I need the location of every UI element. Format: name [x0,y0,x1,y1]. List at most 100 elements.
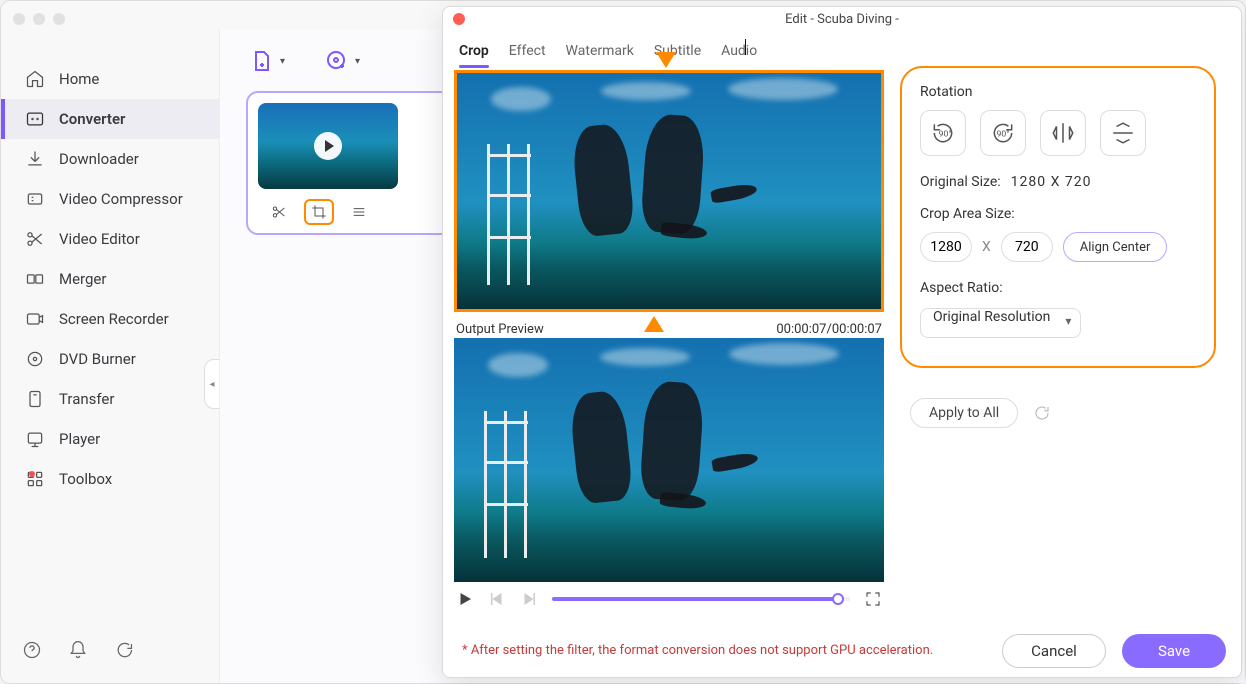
reset-icon[interactable] [1032,403,1052,423]
crop-area-label: Crop Area Size: [920,206,1196,222]
video-thumbnail[interactable] [258,103,398,189]
apply-row: Apply to All [910,398,1052,428]
sidebar-item-player[interactable]: Player [1,419,219,459]
gpu-warning-text: * After setting the filter, the format c… [462,643,933,658]
apply-to-all-button[interactable]: Apply to All [910,398,1018,428]
sidebar-item-downloader[interactable]: Downloader [1,139,219,179]
add-disc-icon [325,49,349,73]
sidebar-item-home[interactable]: Home [1,59,219,99]
timeline-slider[interactable] [552,597,850,601]
chevron-down-icon: ▾ [280,56,285,67]
play-icon[interactable] [314,132,342,160]
tab-effect[interactable]: Effect [509,37,546,67]
notification-dot [29,471,35,477]
step-forward-button[interactable] [520,590,538,608]
arrow-down-icon [656,52,676,68]
sidebar-item-label: Video Editor [59,230,140,248]
original-size-label: Original Size: [920,174,1001,190]
play-button[interactable] [456,590,474,608]
original-size-value: 1280 X 720 [1011,174,1092,190]
window-controls[interactable] [13,13,65,25]
crop-settings-panel: Rotation 90° 90° Original Size: 1280 X 72… [900,66,1216,368]
bottom-tray [21,639,135,661]
dialog-titlebar: Edit - Scuba Diving - [443,7,1241,31]
chevron-down-icon: ▾ [355,56,360,67]
sidebar-item-label: DVD Burner [59,350,136,368]
download-icon [25,149,45,169]
aspect-ratio-select[interactable]: Original Resolution [920,308,1081,338]
svg-text:90°: 90° [997,129,1010,139]
sidebar-item-editor[interactable]: Video Editor [1,219,219,259]
dialog-title: Edit - Scuba Diving - [443,12,1241,27]
add-file-icon [250,49,274,73]
player-icon [25,429,45,449]
sidebar-collapse-handle[interactable]: ◂ [204,359,220,409]
sidebar-item-label: Toolbox [59,470,112,488]
sidebar-item-merger[interactable]: Merger [1,259,219,299]
dialog-actions: Cancel Save [1002,634,1226,668]
sidebar-item-label: Downloader [59,150,139,168]
fullscreen-button[interactable] [864,590,882,608]
output-preview [454,338,884,582]
sidebar-item-label: Converter [59,110,125,128]
save-button[interactable]: Save [1122,634,1226,668]
arrow-up-icon [644,316,664,332]
rotate-cw-button[interactable]: 90° [980,110,1026,156]
help-icon[interactable] [21,639,43,661]
flip-vertical-button[interactable] [1100,110,1146,156]
tab-crop[interactable]: Crop [459,37,489,67]
close-dot[interactable] [13,13,25,25]
sidebar-item-dvd[interactable]: DVD Burner [1,339,219,379]
sidebar-item-transfer[interactable]: Transfer [1,379,219,419]
dialog-tabs: Crop Effect Watermark Subtitle Audio [443,31,1241,67]
cancel-button[interactable]: Cancel [1002,634,1106,668]
sidebar-item-label: Transfer [59,390,114,408]
feedback-icon[interactable] [113,639,135,661]
rotation-label: Rotation [920,84,1196,100]
align-center-button[interactable]: Align Center [1063,232,1168,262]
rotate-ccw-button[interactable]: 90° [920,110,966,156]
transfer-icon [25,389,45,409]
scissors-icon [25,229,45,249]
tab-audio[interactable]: Audio [721,37,757,67]
card-actions [258,199,440,225]
bell-icon[interactable] [67,639,89,661]
crop-source-preview[interactable] [454,70,884,312]
sidebar-item-label: Video Compressor [59,190,183,208]
svg-text:90°: 90° [939,129,952,139]
tab-watermark[interactable]: Watermark [566,37,634,67]
media-card[interactable] [246,91,452,235]
converter-icon [25,109,45,129]
merger-icon [25,269,45,289]
compressor-icon [25,189,45,209]
dvd-icon [25,349,45,369]
add-file-button[interactable]: ▾ [250,49,285,73]
add-disc-button[interactable]: ▾ [325,49,360,73]
flip-horizontal-button[interactable] [1040,110,1086,156]
sidebar-item-converter[interactable]: Converter [1,99,219,139]
max-dot[interactable] [53,13,65,25]
x-separator: X [982,239,991,255]
sidebar-item-compressor[interactable]: Video Compressor [1,179,219,219]
toolbox-icon [25,469,45,489]
sidebar-item-recorder[interactable]: Screen Recorder [1,299,219,339]
output-preview-label: Output Preview [456,322,544,337]
min-dot[interactable] [33,13,45,25]
crop-height-input[interactable] [1001,232,1053,262]
preview-time: 00:00:07/00:00:07 [776,322,882,337]
aspect-ratio-label: Aspect Ratio: [920,280,1196,296]
sidebar: Home Converter Downloader Video Compress… [1,29,219,659]
sidebar-item-label: Screen Recorder [59,310,169,328]
home-icon [25,69,45,89]
step-back-button[interactable] [488,590,506,608]
trim-button[interactable] [264,199,294,225]
crop-button[interactable] [304,199,334,225]
sidebar-item-label: Merger [59,270,106,288]
recorder-icon [25,309,45,329]
sidebar-item-toolbox[interactable]: Toolbox [1,459,219,499]
adjust-button[interactable] [344,199,374,225]
playback-controls [456,590,882,608]
crop-width-input[interactable] [920,232,972,262]
sidebar-item-label: Home [59,70,99,88]
sidebar-item-label: Player [59,430,100,448]
